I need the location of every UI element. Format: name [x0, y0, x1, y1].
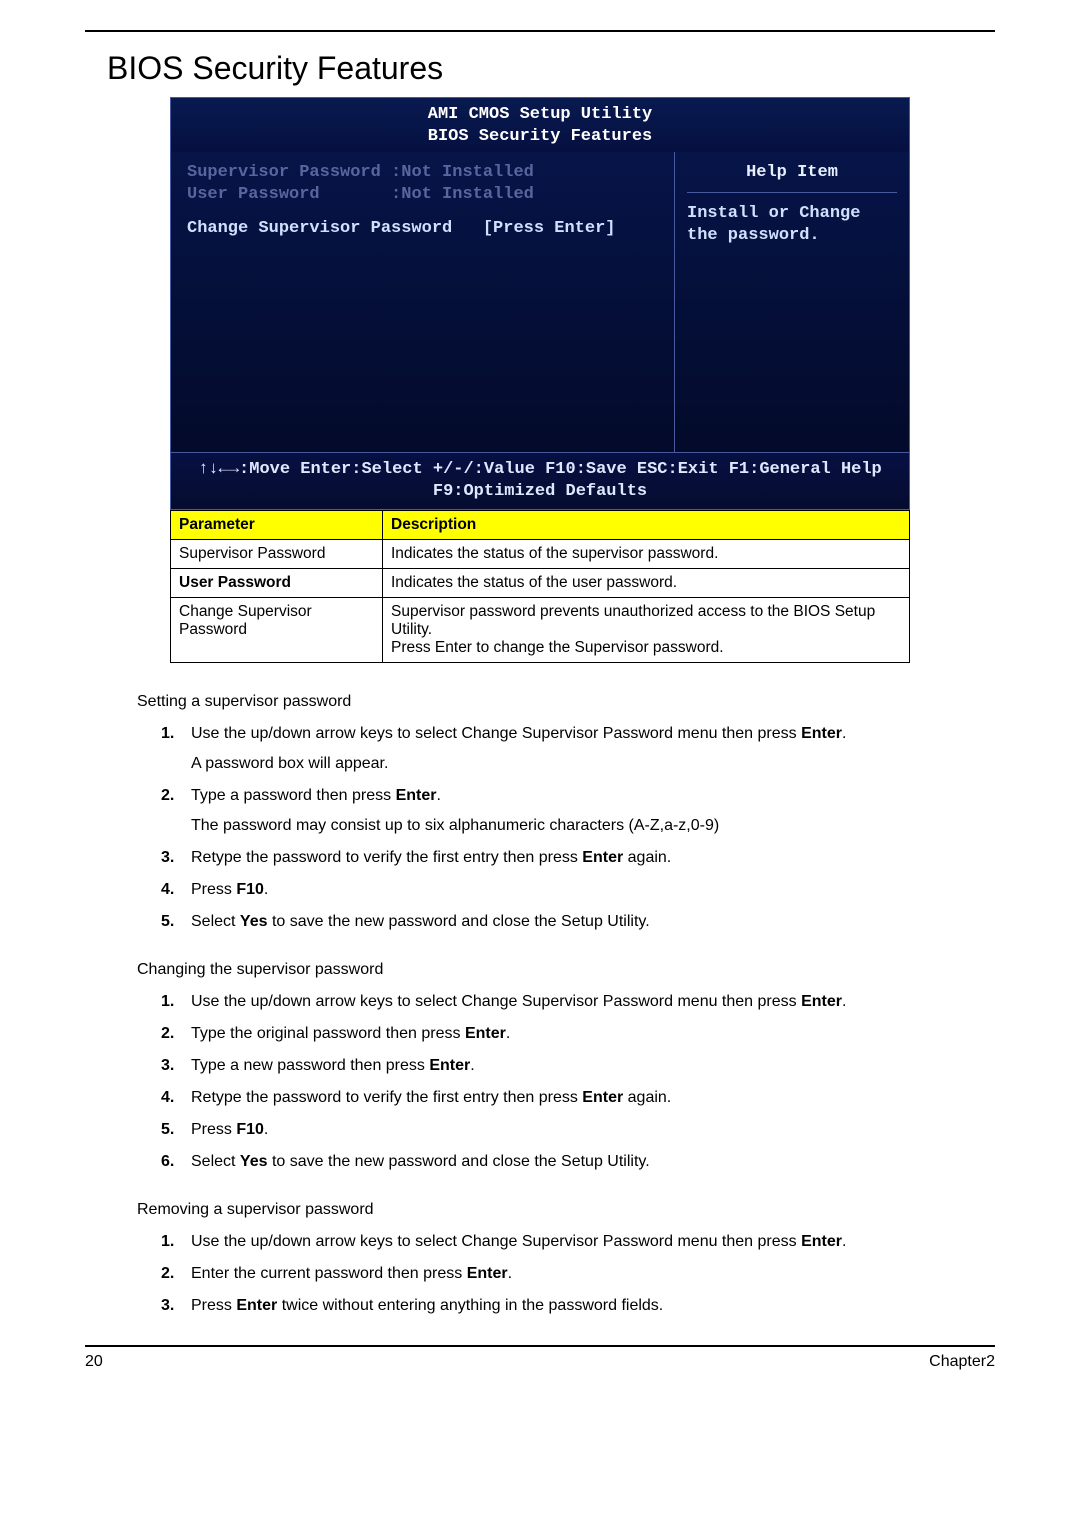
list-item: Enter the current password then press En… — [161, 1265, 965, 1283]
table-row: User PasswordIndicates the status of the… — [171, 569, 910, 598]
chapter-label: Chapter2 — [929, 1353, 995, 1371]
page-number: 20 — [85, 1353, 103, 1371]
bios-footer-line1: ↑↓←→:Move Enter:Select +/-/:Value F10:Sa… — [171, 459, 909, 481]
removing-password-intro: Removing a supervisor password — [137, 1201, 965, 1219]
setting-password-steps: Use the up/down arrow keys to select Cha… — [137, 725, 965, 931]
bios-help-text: Install or Change the password. — [687, 203, 897, 247]
list-item: Select Yes to save the new password and … — [161, 1153, 965, 1171]
bios-supervisor-row: Supervisor Password :Not Installed — [187, 162, 658, 184]
page-footer: 20 Chapter2 — [85, 1353, 995, 1371]
step-sub-text: A password box will appear. — [191, 755, 965, 773]
bios-help-title: Help Item — [687, 162, 897, 193]
bios-user-label: User Password : — [187, 185, 401, 204]
bios-user-row: User Password :Not Installed — [187, 184, 658, 206]
list-item: Press F10. — [161, 1121, 965, 1139]
section-heading: BIOS Security Features — [85, 50, 995, 87]
changing-password-steps: Use the up/down arrow keys to select Cha… — [137, 993, 965, 1171]
bios-screenshot: AMI CMOS Setup Utility BIOS Security Fea… — [170, 97, 910, 510]
parameter-table: Parameter Description Supervisor Passwor… — [170, 510, 910, 663]
bios-title-line1: AMI CMOS Setup Utility — [171, 104, 909, 126]
bios-change-supervisor-row[interactable]: Change Supervisor Password [Press Enter] — [187, 218, 658, 240]
desc-cell: Supervisor password prevents unauthorize… — [383, 598, 910, 663]
bottom-horizontal-rule — [85, 1345, 995, 1347]
param-cell: Change Supervisor Password — [171, 598, 383, 663]
list-item: Use the up/down arrow keys to select Cha… — [161, 1233, 965, 1251]
changing-password-intro: Changing the supervisor password — [137, 961, 965, 979]
list-item: Retype the password to verify the first … — [161, 1089, 965, 1107]
removing-password-steps: Use the up/down arrow keys to select Cha… — [137, 1233, 965, 1315]
list-item: Select Yes to save the new password and … — [161, 913, 965, 931]
param-header-description: Description — [383, 511, 910, 540]
list-item: Use the up/down arrow keys to select Cha… — [161, 725, 965, 773]
step-sub-text: The password may consist up to six alpha… — [191, 817, 965, 835]
param-cell: Supervisor Password — [171, 540, 383, 569]
bios-footer-line2: F9:Optimized Defaults — [171, 481, 909, 503]
desc-cell: Indicates the status of the user passwor… — [383, 569, 910, 598]
bios-supervisor-label: Supervisor Password : — [187, 163, 401, 182]
bios-change-supervisor-action: [Press Enter] — [483, 219, 616, 238]
bios-change-supervisor-label: Change Supervisor Password — [187, 219, 452, 238]
list-item: Retype the password to verify the first … — [161, 849, 965, 867]
list-item: Press Enter twice without entering anyth… — [161, 1297, 965, 1315]
bios-supervisor-value: Not Installed — [401, 163, 534, 182]
bios-main-pane: Supervisor Password :Not Installed User … — [171, 152, 675, 452]
table-row: Supervisor PasswordIndicates the status … — [171, 540, 910, 569]
bios-footer-hints: ↑↓←→:Move Enter:Select +/-/:Value F10:Sa… — [171, 452, 909, 509]
table-row: Change Supervisor PasswordSupervisor pas… — [171, 598, 910, 663]
param-cell: User Password — [171, 569, 383, 598]
top-horizontal-rule — [85, 30, 995, 32]
list-item: Type the original password then press En… — [161, 1025, 965, 1043]
setting-password-intro: Setting a supervisor password — [137, 693, 965, 711]
param-header-parameter: Parameter — [171, 511, 383, 540]
list-item: Use the up/down arrow keys to select Cha… — [161, 993, 965, 1011]
bios-user-value: Not Installed — [401, 185, 534, 204]
bios-title-bar: AMI CMOS Setup Utility BIOS Security Fea… — [171, 98, 909, 152]
instructions-section: Setting a supervisor password Use the up… — [137, 693, 965, 1315]
desc-cell: Indicates the status of the supervisor p… — [383, 540, 910, 569]
list-item: Type a new password then press Enter. — [161, 1057, 965, 1075]
list-item: Press F10. — [161, 881, 965, 899]
bios-title-line2: BIOS Security Features — [171, 126, 909, 148]
list-item: Type a password then press Enter.The pas… — [161, 787, 965, 835]
bios-help-pane: Help Item Install or Change the password… — [675, 152, 909, 452]
